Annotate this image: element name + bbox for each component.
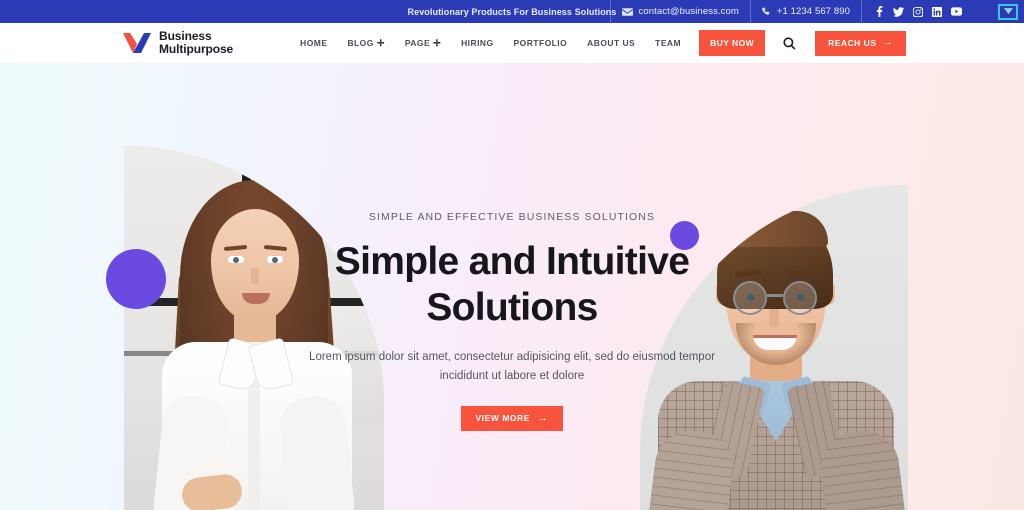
- arrow-right-icon: →: [536, 411, 549, 424]
- nav-item-page[interactable]: PAGE ✛: [395, 23, 451, 63]
- nav-item-blog[interactable]: BLOG ✛: [337, 23, 394, 63]
- main-navigation-bar: Business Multipurpose HOME BLOG ✛ PAGE ✛…: [0, 23, 1024, 63]
- nav-right-group: REACH US →: [783, 30, 906, 56]
- envelope-icon: [621, 7, 633, 16]
- view-more-button[interactable]: VIEW MORE →: [461, 405, 563, 431]
- nav-menu: HOME BLOG ✛ PAGE ✛ HIRING PORTFOLIO ABOU…: [290, 23, 766, 63]
- nav-item-label: PORTFOLIO: [513, 38, 568, 48]
- brand-line-2: Multipurpose: [159, 42, 234, 56]
- brand-logo[interactable]: Business Multipurpose: [122, 28, 234, 57]
- contact-phone-text: +1 1234 567 890: [776, 6, 850, 17]
- hero-title: Simple and Intuitive Solutions: [334, 240, 690, 329]
- phone-icon: [761, 7, 771, 16]
- chevron-down-icon: [1003, 8, 1013, 15]
- reach-us-button[interactable]: REACH US →: [815, 30, 906, 56]
- social-links: [862, 0, 972, 23]
- search-icon: [783, 36, 796, 50]
- contact-phone[interactable]: +1 1234 567 890: [751, 0, 862, 23]
- top-bar-right-group: contact@business.com +1 1234 567 890: [609, 0, 1024, 23]
- contact-email[interactable]: contact@business.com: [609, 0, 751, 23]
- woman-pupil-left: [233, 257, 239, 263]
- checkmark-logo-icon: [122, 31, 152, 55]
- nav-item-label: HOME: [300, 38, 328, 48]
- woman-face: [211, 209, 299, 321]
- nav-item-label: BLOG: [347, 38, 374, 48]
- nav-item-label: PAGE: [404, 38, 431, 48]
- woman-shirt-placket: [248, 376, 260, 510]
- plus-icon: ✛: [433, 37, 442, 48]
- nav-item-label: TEAM: [655, 38, 682, 48]
- view-more-label: VIEW MORE: [475, 413, 530, 423]
- top-bar: Revolutionary Products For Business Solu…: [0, 0, 1024, 23]
- man-eyeglass-bridge: [767, 294, 783, 297]
- topbar-dropdown-toggle[interactable]: [998, 3, 1018, 20]
- woman-pupil-right: [272, 257, 278, 263]
- nav-item-hiring[interactable]: HIRING: [451, 23, 503, 63]
- nav-item-team[interactable]: TEAM: [645, 23, 691, 63]
- man-pupil-left: [747, 294, 754, 301]
- hero-description: Lorem ipsum dolor sit amet, consectetur …: [309, 351, 715, 382]
- hero-eyebrow: SIMPLE AND EFFECTIVE BUSINESS SOLUTIONS: [368, 211, 656, 223]
- brand-line-1: Business: [159, 28, 212, 43]
- hero-content: SIMPLE AND EFFECTIVE BUSINESS SOLUTIONS …: [302, 211, 722, 431]
- buy-now-label: BUY NOW: [710, 38, 755, 48]
- instagram-icon[interactable]: [913, 6, 923, 17]
- brand-name: Business Multipurpose: [159, 28, 234, 57]
- buy-now-button[interactable]: BUY NOW: [699, 30, 766, 56]
- contact-email-text: contact@business.com: [638, 6, 739, 17]
- nav-item-about-us[interactable]: ABOUT US: [577, 23, 645, 63]
- nav-item-portfolio[interactable]: PORTFOLIO: [504, 23, 578, 63]
- twitter-icon[interactable]: [893, 6, 904, 17]
- plus-icon: ✛: [376, 37, 385, 48]
- nav-item-label: HIRING: [461, 38, 494, 48]
- purple-circle-large: [106, 249, 166, 309]
- linkedin-icon[interactable]: [932, 6, 942, 17]
- search-button[interactable]: [783, 36, 796, 50]
- facebook-icon[interactable]: [875, 6, 884, 17]
- man-hair-sweep: [724, 211, 828, 247]
- hero-section: gg/ wm: [0, 63, 1024, 510]
- reach-us-label: REACH US: [828, 38, 877, 48]
- nav-item-home[interactable]: HOME: [290, 23, 337, 63]
- man-pupil-right: [797, 294, 804, 301]
- nav-item-label: ABOUT US: [587, 38, 636, 48]
- woman-nose: [251, 268, 259, 285]
- man-nose: [769, 309, 779, 328]
- arrow-right-icon: →: [882, 37, 893, 48]
- youtube-icon[interactable]: [951, 7, 962, 16]
